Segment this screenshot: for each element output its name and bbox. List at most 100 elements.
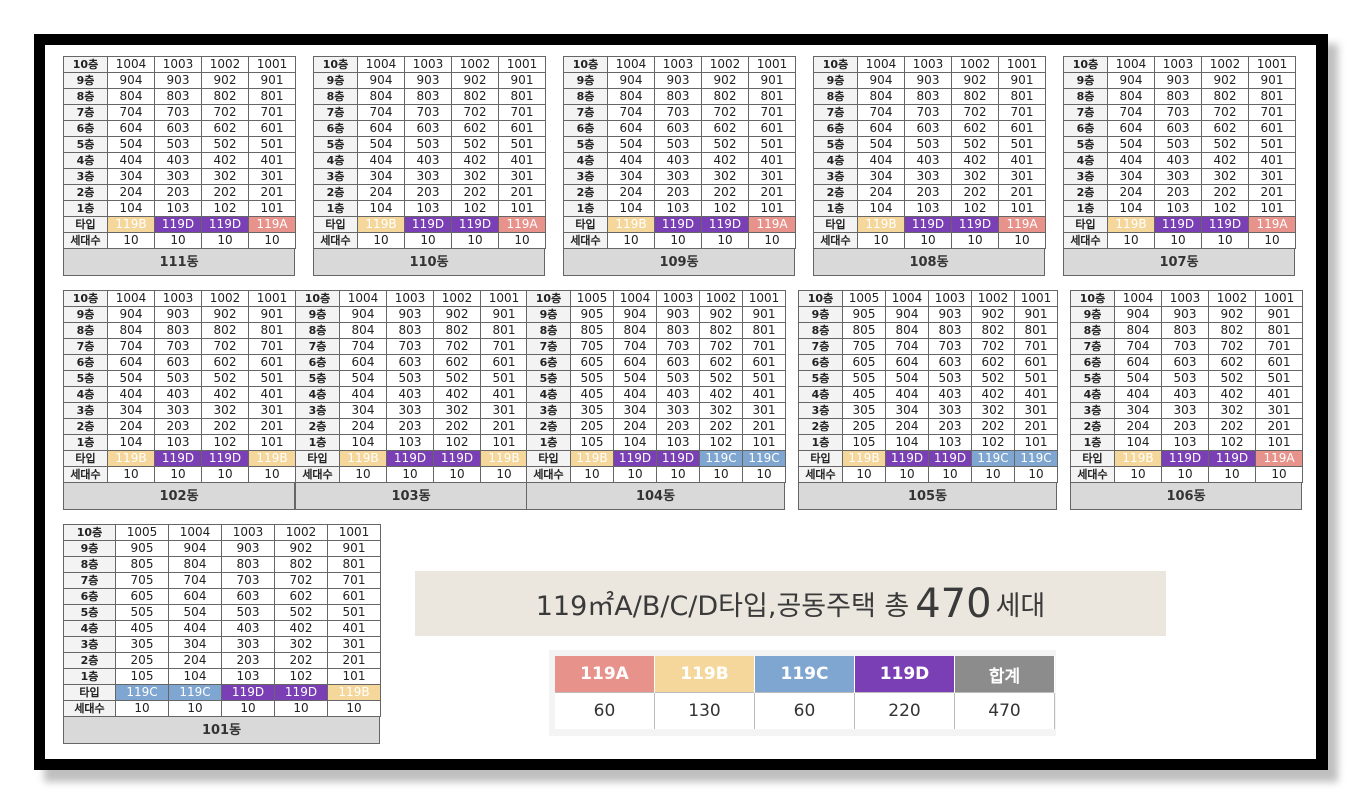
unit-cell: 104 xyxy=(357,200,405,217)
floor-row: 7층 705 704 703 702 701 xyxy=(526,338,786,355)
unit-cell: 303 xyxy=(1161,402,1209,419)
unit-cell: 905 xyxy=(115,540,169,557)
unit-cell: 102 xyxy=(201,434,249,451)
unit-cell: 402 xyxy=(701,152,749,169)
unit-cell: 1001 xyxy=(998,56,1046,73)
floor-label: 2층 xyxy=(295,418,340,435)
floor-row: 7층 704 703 702 701 xyxy=(1070,338,1303,355)
floor-label: 5층 xyxy=(63,136,108,153)
households-cell: 10 xyxy=(1154,232,1202,249)
unit-cell: 101 xyxy=(1014,434,1058,451)
summary-value-row: 60 130 60 220 470 xyxy=(555,692,1055,729)
floor-label: 5층 xyxy=(63,370,108,387)
unit-cell: 301 xyxy=(248,402,296,419)
unit-cell: 603 xyxy=(904,120,952,137)
unit-cell: 1004 xyxy=(339,290,387,307)
unit-cell: 105 xyxy=(570,434,614,451)
unit-cell: 201 xyxy=(248,418,296,435)
unit-cell: 605 xyxy=(570,354,614,371)
unit-cell: 802 xyxy=(699,322,743,339)
unit-cell: 203 xyxy=(221,652,275,669)
summary-type-header: 합계 xyxy=(954,656,1055,693)
households-row: 세대수 10 10 10 10 xyxy=(1070,466,1303,483)
unit-cell: 201 xyxy=(742,418,786,435)
floor-row: 3층 304 303 302 301 xyxy=(313,168,546,185)
building-name: 109동 xyxy=(563,249,795,276)
unit-cell: 502 xyxy=(1208,370,1256,387)
unit-cell: 902 xyxy=(201,72,249,89)
unit-cell: 504 xyxy=(357,136,405,153)
unit-cell: 705 xyxy=(570,338,614,355)
unit-cell: 201 xyxy=(498,184,546,201)
floor-row: 1층 104 103 102 101 xyxy=(1063,200,1296,217)
floor-label: 4층 xyxy=(313,152,358,169)
floor-row: 9층 904 903 902 901 xyxy=(295,306,528,323)
households-cell: 10 xyxy=(1107,232,1155,249)
floor-row: 8층 804 803 802 801 xyxy=(563,88,796,105)
unit-type-cell: 119A xyxy=(748,216,796,233)
unit-cell: 102 xyxy=(433,434,481,451)
unit-cell: 404 xyxy=(1107,152,1155,169)
unit-type-cell: 119D xyxy=(1201,216,1249,233)
unit-cell: 304 xyxy=(1114,402,1162,419)
floor-row: 5층 504 503 502 501 xyxy=(63,136,296,153)
floor-label: 6층 xyxy=(63,120,108,137)
floor-label: 4층 xyxy=(295,386,340,403)
floor-label: 4층 xyxy=(526,386,571,403)
households-cell: 10 xyxy=(201,466,249,483)
unit-cell: 901 xyxy=(1014,306,1058,323)
unit-cell: 201 xyxy=(327,652,381,669)
unit-cell: 1004 xyxy=(1107,56,1155,73)
floor-label: 2층 xyxy=(563,184,608,201)
unit-cell: 804 xyxy=(357,88,405,105)
floor-label: 4층 xyxy=(563,152,608,169)
unit-cell: 202 xyxy=(1208,418,1256,435)
unit-cell: 104 xyxy=(857,200,905,217)
unit-cell: 701 xyxy=(248,338,296,355)
unit-cell: 502 xyxy=(971,370,1015,387)
floor-label: 9층 xyxy=(813,72,858,89)
floor-row: 6층 605 604 603 602 601 xyxy=(798,354,1058,371)
unit-table: 10층 1005 1004 1003 1002 1001 9층 905 904 903 902 901… xyxy=(798,290,1058,483)
floor-label: 8층 xyxy=(63,556,116,573)
unit-cell: 203 xyxy=(928,418,972,435)
unit-cell: 601 xyxy=(748,120,796,137)
unit-cell: 304 xyxy=(107,168,155,185)
unit-cell: 801 xyxy=(748,88,796,105)
floor-row: 10층 1004 1003 1002 1001 xyxy=(1070,290,1303,307)
unit-cell: 403 xyxy=(154,386,202,403)
floor-row: 4층 404 403 402 401 xyxy=(63,152,296,169)
floor-label: 6층 xyxy=(813,120,858,137)
unit-cell: 101 xyxy=(498,200,546,217)
floor-label: 8층 xyxy=(313,88,358,105)
unit-cell: 702 xyxy=(451,104,499,121)
floor-label: 1층 xyxy=(295,434,340,451)
floor-row: 2층 204 203 202 201 xyxy=(63,418,296,435)
unit-cell: 401 xyxy=(1248,152,1296,169)
floor-row: 1층 104 103 102 101 xyxy=(295,434,528,451)
unit-cell: 804 xyxy=(107,88,155,105)
unit-cell: 601 xyxy=(742,354,786,371)
unit-cell: 701 xyxy=(327,572,381,589)
type-row: 타입 119B 119D 119D 119B xyxy=(295,450,528,467)
unit-cell: 903 xyxy=(221,540,275,557)
unit-cell: 704 xyxy=(1107,104,1155,121)
unit-cell: 603 xyxy=(1161,354,1209,371)
unit-cell: 601 xyxy=(1248,120,1296,137)
type-row: 타입 119B 119D 119D 119A xyxy=(563,216,796,233)
floor-row: 1층 104 103 102 101 xyxy=(1070,434,1303,451)
floor-label: 6층 xyxy=(798,354,843,371)
unit-cell: 904 xyxy=(885,306,929,323)
floor-row: 5층 504 503 502 501 xyxy=(1063,136,1296,153)
building-block: 10층 1004 1003 1002 1001 9층 904 903 902 901 8층 804 80… xyxy=(563,56,796,276)
unit-cell: 902 xyxy=(699,306,743,323)
floor-row: 1층 105 104 103 102 101 xyxy=(798,434,1058,451)
unit-cell: 702 xyxy=(274,572,328,589)
unit-table: 10층 1004 1003 1002 1001 9층 904 903 902 901 8층 804 80… xyxy=(63,290,296,483)
unit-cell: 504 xyxy=(857,136,905,153)
unit-cell: 903 xyxy=(154,306,202,323)
unit-cell: 705 xyxy=(842,338,886,355)
unit-cell: 503 xyxy=(221,604,275,621)
unit-cell: 702 xyxy=(701,104,749,121)
unit-cell: 404 xyxy=(357,152,405,169)
